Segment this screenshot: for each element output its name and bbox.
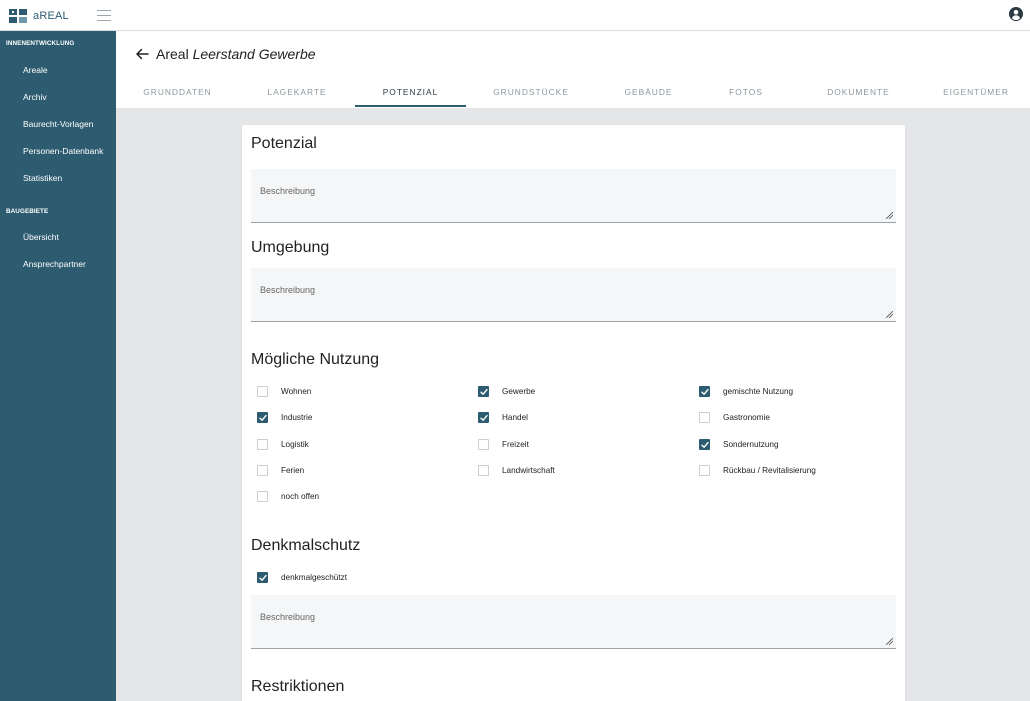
check-icon — [480, 388, 488, 395]
check-icon — [701, 388, 709, 395]
app-logo[interactable]: aREAL — [9, 7, 69, 25]
nutzung-option-ferien[interactable]: Ferien — [257, 465, 304, 476]
nutzung-option-logistik[interactable]: Logistik — [257, 439, 309, 450]
sidebar-item-baurecht-vorlagen[interactable]: Baurecht-Vorlagen — [23, 119, 93, 129]
tab-lagekarte[interactable]: LAGEKARTE — [239, 86, 355, 108]
denkmalschutz-description-placeholder: Beschreibung — [260, 612, 316, 622]
checkbox[interactable] — [699, 386, 710, 397]
section-heading-moegliche-nutzung: Mögliche Nutzung — [251, 351, 380, 368]
check-icon — [701, 441, 709, 448]
tab-eigentuemer[interactable]: EIGENTÜMER — [926, 86, 1026, 108]
hamburger-menu-icon[interactable] — [97, 10, 111, 21]
tab-grundstuecke[interactable]: GRUNDSTÜCKE — [466, 86, 596, 108]
page-title: Areal Leerstand Gewerbe — [156, 46, 316, 62]
checkbox[interactable] — [478, 412, 489, 423]
checkbox[interactable] — [699, 439, 710, 450]
tab-bar: GRUNDDATEN LAGEKARTE POTENZIAL GRUNDSTÜC… — [116, 86, 1030, 108]
nutzung-option-landwirtschaft[interactable]: Landwirtschaft — [478, 465, 555, 476]
checkbox[interactable] — [257, 465, 268, 476]
checkbox[interactable] — [257, 412, 268, 423]
active-tab-indicator — [355, 105, 466, 107]
nutzung-option-freizeit[interactable]: Freizeit — [478, 439, 529, 450]
sidebar-item-archiv[interactable]: Archiv — [23, 92, 47, 102]
sidebar-item-uebersicht[interactable]: Übersicht — [23, 232, 59, 242]
arrow-left-icon[interactable] — [135, 47, 149, 61]
resize-grip-icon[interactable] — [886, 212, 893, 219]
nutzung-option-industrie[interactable]: Industrie — [257, 412, 312, 423]
checkbox[interactable] — [478, 465, 489, 476]
sidebar-item-personen-datenbank[interactable]: Personen-Datenbank — [23, 146, 103, 156]
tab-dokumente[interactable]: DOKUMENTE — [791, 86, 926, 108]
check-icon — [480, 414, 488, 421]
nutzung-option-noch-offen[interactable]: noch offen — [257, 491, 319, 502]
check-icon — [259, 414, 267, 421]
umgebung-description-field[interactable]: Beschreibung — [251, 268, 896, 322]
nutzung-option-rueckbau-revitalisierung[interactable]: Rückbau / Revitalisierung — [699, 465, 816, 476]
page-title-name: Leerstand Gewerbe — [192, 46, 316, 62]
checkbox[interactable] — [257, 491, 268, 502]
sidebar-item-areale[interactable]: Areale — [23, 65, 48, 75]
sidebar-item-ansprechpartner[interactable]: Ansprechpartner — [23, 259, 86, 269]
checkbox[interactable] — [478, 439, 489, 450]
nutzung-option-gewerbe[interactable]: Gewerbe — [478, 386, 535, 397]
resize-grip-icon[interactable] — [886, 638, 893, 645]
check-icon — [259, 574, 267, 581]
nutzung-option-gemischte-nutzung[interactable]: gemischte Nutzung — [699, 386, 793, 397]
app-name: aREAL — [33, 10, 69, 22]
checkbox[interactable] — [257, 572, 268, 583]
sidebar-section-baugebiete: BAUGEBIETE — [6, 208, 49, 215]
nutzung-option-handel[interactable]: Handel — [478, 412, 528, 423]
potenzial-card: Potenzial Beschreibung Umgebung Beschrei… — [242, 125, 905, 701]
nutzung-option-sondernutzung[interactable]: Sondernutzung — [699, 439, 779, 450]
sidebar-item-statistiken[interactable]: Statistiken — [23, 173, 62, 183]
denkmalgeschuetzt-checkbox-row[interactable]: denkmalgeschützt — [257, 572, 347, 583]
sidebar: INNENENTWICKLUNG Areale Archiv Baurecht-… — [0, 31, 116, 701]
resize-grip-icon[interactable] — [886, 311, 893, 318]
potenzial-description-placeholder: Beschreibung — [260, 186, 316, 196]
top-bar: aREAL — [0, 0, 1030, 31]
potenzial-description-field[interactable]: Beschreibung — [251, 169, 896, 223]
areal-logo-icon — [9, 9, 27, 23]
nutzung-option-wohnen[interactable]: Wohnen — [257, 386, 311, 397]
page-title-prefix: Areal — [156, 46, 189, 62]
checkbox[interactable] — [257, 439, 268, 450]
section-heading-umgebung: Umgebung — [251, 239, 330, 256]
tab-grunddaten[interactable]: GRUNDDATEN — [116, 86, 239, 108]
tab-fotos[interactable]: FOTOS — [701, 86, 791, 108]
account-circle-icon[interactable] — [1009, 7, 1023, 21]
section-heading-restriktionen: Restriktionen — [251, 678, 345, 695]
umgebung-description-placeholder: Beschreibung — [260, 285, 316, 295]
tab-gebaeude[interactable]: GEBÄUDE — [596, 86, 701, 108]
checkbox[interactable] — [699, 412, 710, 423]
checkbox[interactable] — [478, 386, 489, 397]
section-heading-denkmalschutz: Denkmalschutz — [251, 537, 361, 554]
page-header: Areal Leerstand Gewerbe GRUNDDATEN LAGEK… — [116, 31, 1030, 108]
checkbox[interactable] — [699, 465, 710, 476]
denkmalschutz-description-field[interactable]: Beschreibung — [251, 595, 896, 649]
section-heading-potenzial: Potenzial — [251, 135, 317, 152]
checkbox[interactable] — [257, 386, 268, 397]
nutzung-option-gastronomie[interactable]: Gastronomie — [699, 412, 770, 423]
sidebar-section-innenentwicklung: INNENENTWICKLUNG — [6, 40, 75, 47]
